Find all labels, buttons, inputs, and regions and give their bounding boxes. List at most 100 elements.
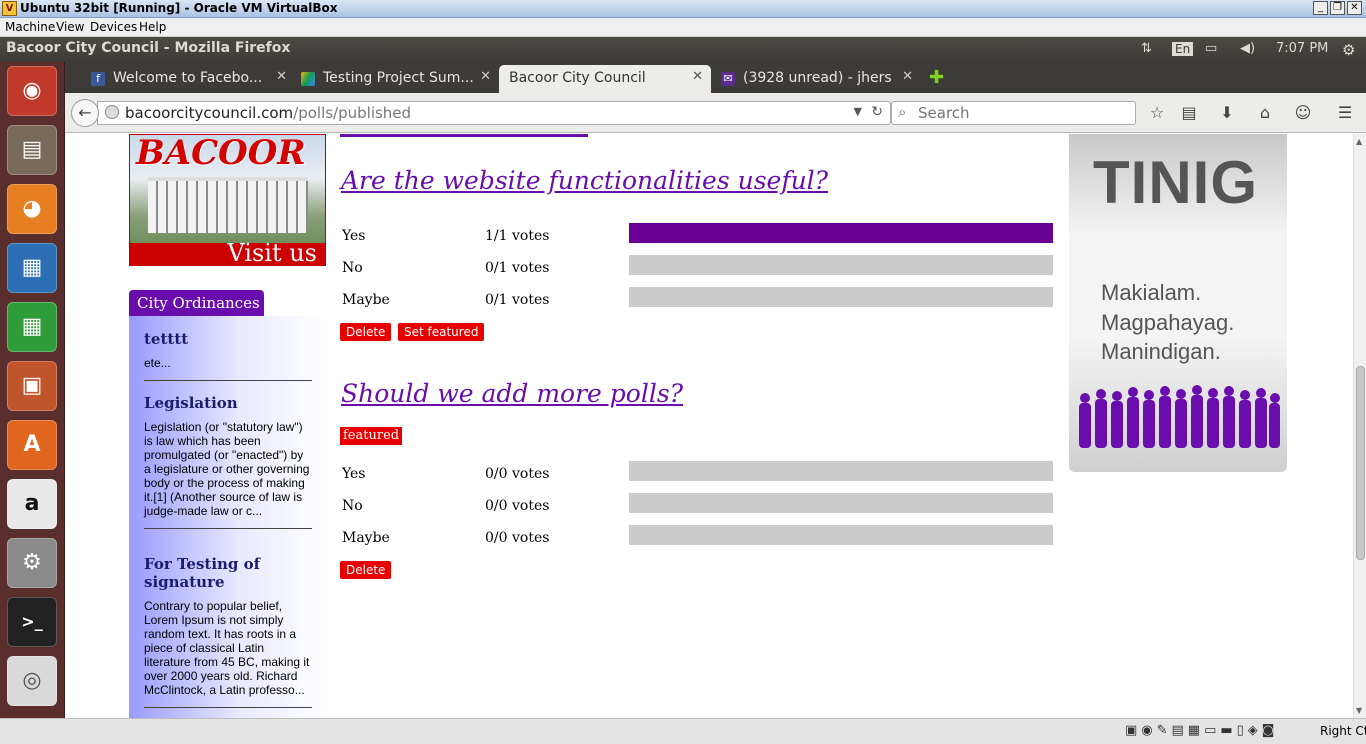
close-tab-icon[interactable]: ✕ bbox=[276, 69, 287, 84]
system-settings-icon[interactable]: ⚙ bbox=[7, 538, 57, 588]
close-tab-icon[interactable]: ✕ bbox=[692, 69, 703, 84]
reload-icon[interactable]: ↻ bbox=[871, 104, 883, 120]
home-icon[interactable]: ⌂ bbox=[1254, 102, 1276, 124]
divider bbox=[144, 380, 312, 381]
impress-icon[interactable]: ▣ bbox=[7, 361, 57, 411]
poll-question[interactable]: Are the website functionalities useful? bbox=[341, 166, 828, 195]
page-scrollbar[interactable]: ▲ ▼ bbox=[1353, 134, 1366, 718]
poll-result-bar bbox=[629, 223, 1053, 243]
volume-icon[interactable]: ◀) bbox=[1240, 41, 1255, 56]
search-bar[interactable]: ⌕ bbox=[891, 101, 1136, 125]
dvd-icon[interactable]: ◎ bbox=[7, 656, 57, 706]
poll-option-label: Yes bbox=[342, 466, 366, 482]
clock[interactable]: 7:07 PM bbox=[1276, 41, 1328, 56]
ordinance-title[interactable]: For Testing of signature bbox=[144, 555, 312, 591]
tab-google-drive[interactable]: Testing Project Sum... ✕ bbox=[293, 65, 499, 93]
poll-question[interactable]: Should we add more polls? bbox=[341, 379, 683, 408]
ubuntu-launcher: ◉ ▤ ◕ ▦ ▦ ▣ A a ⚙ >_ ◎ bbox=[0, 62, 65, 718]
virtualbox-statusbar: ▣◉✎▤▦▭▬▯◈◙ Right Ctrl bbox=[0, 718, 1366, 744]
ordinance-excerpt: Contrary to popular belief, Lorem Ipsum … bbox=[144, 599, 310, 697]
virtualbox-icon: V bbox=[2, 1, 17, 16]
calc-icon[interactable]: ▦ bbox=[7, 302, 57, 352]
crowd-silhouette bbox=[1079, 385, 1280, 448]
delete-poll-button[interactable]: Delete bbox=[340, 323, 392, 341]
poll-vote-count: 0/0 votes bbox=[485, 466, 550, 482]
url-text: bacoorcitycouncil.com/polls/published bbox=[125, 104, 411, 122]
poll-result-bar bbox=[629, 493, 1053, 513]
menu-view[interactable]: View bbox=[56, 20, 84, 34]
scrollbar-thumb[interactable] bbox=[1356, 366, 1365, 560]
poll-result-bar bbox=[629, 255, 1053, 275]
bacoor-banner[interactable]: BACOOR Visit us bbox=[129, 134, 326, 267]
url-bar[interactable]: bacoorcitycouncil.com/polls/published ▼ … bbox=[97, 101, 891, 125]
back-button[interactable]: ← bbox=[71, 99, 99, 127]
tab-facebook[interactable]: f Welcome to Facebo... ✕ bbox=[83, 65, 295, 93]
search-icon: ⌕ bbox=[898, 103, 907, 121]
reading-list-icon[interactable]: ▤ bbox=[1178, 102, 1200, 124]
city-ordinances-panel: tetttt ete... Legislation Legislation (o… bbox=[129, 316, 326, 718]
set-featured-button[interactable]: Set featured bbox=[398, 323, 485, 341]
poll-vote-count: 0/1 votes bbox=[485, 260, 550, 276]
search-input[interactable] bbox=[918, 104, 1128, 122]
scroll-up-arrow-icon[interactable]: ▲ bbox=[1356, 137, 1362, 146]
tab-bacoor-city-council[interactable]: Bacoor City Council ✕ bbox=[499, 65, 711, 93]
settings-gear-icon[interactable]: ⚙ bbox=[1342, 41, 1355, 59]
ordinance-title[interactable]: Legislation bbox=[144, 394, 312, 412]
firefox-window-title: Bacoor City Council - Mozilla Firefox bbox=[6, 40, 291, 56]
firefox-tab-strip: f Welcome to Facebo... ✕ Testing Project… bbox=[65, 62, 1366, 93]
amazon-icon[interactable]: a bbox=[7, 479, 57, 529]
tab-mail[interactable]: ✉ (3928 unread) - jhers... ✕ bbox=[713, 65, 921, 93]
tinig-advertisement[interactable]: TINIG Makialam. Magpahayag. Manindigan. bbox=[1069, 134, 1287, 472]
poll-option-label: Yes bbox=[342, 228, 366, 244]
terminal-icon[interactable]: >_ bbox=[7, 597, 57, 647]
network-transfer-icon[interactable]: ⇅ bbox=[1141, 41, 1152, 56]
files-icon[interactable]: ▤ bbox=[7, 125, 57, 175]
close-tab-icon[interactable]: ✕ bbox=[480, 69, 491, 84]
device-status-icons[interactable]: ▣◉✎▤▦▭▬▯◈◙ bbox=[1125, 723, 1278, 738]
menu-machine[interactable]: Machine bbox=[5, 20, 55, 34]
minimize-button[interactable]: _ bbox=[1313, 1, 1328, 15]
tab-label: (3928 unread) - jhers... bbox=[743, 70, 893, 86]
menu-hamburger-icon[interactable]: ☰ bbox=[1334, 102, 1356, 124]
close-window-button[interactable]: ✕ bbox=[1347, 1, 1362, 15]
ordinance-excerpt: Legislation (or "statutory law") is law … bbox=[144, 420, 310, 518]
writer-icon[interactable]: ▦ bbox=[7, 243, 57, 293]
tab-label: Bacoor City Council bbox=[509, 70, 646, 86]
firefox-nav-bar: bacoorcitycouncil.com/polls/published ▼ … bbox=[65, 93, 1366, 133]
ubuntu-dash-icon[interactable]: ◉ bbox=[7, 66, 57, 116]
menu-help[interactable]: Help bbox=[139, 20, 166, 34]
menu-devices[interactable]: Devices bbox=[90, 20, 137, 34]
banner-title: BACOOR bbox=[136, 134, 306, 173]
ordinance-excerpt: ete... bbox=[144, 356, 171, 370]
ordinance-item[interactable]: For Testing of signature Contrary to pop… bbox=[144, 555, 312, 708]
chat-icon[interactable]: ☺ bbox=[1292, 102, 1314, 124]
new-tab-button[interactable]: ✚ bbox=[929, 67, 944, 88]
site-identity-icon[interactable] bbox=[105, 105, 119, 119]
poll-result-fill bbox=[629, 223, 1053, 243]
keyboard-layout-indicator[interactable]: En bbox=[1172, 42, 1194, 56]
software-center-icon[interactable]: A bbox=[7, 420, 57, 470]
tab-label: Welcome to Facebo... bbox=[113, 70, 263, 86]
poll-vote-count: 0/1 votes bbox=[485, 292, 550, 308]
ordinance-item[interactable]: tetttt ete... bbox=[144, 330, 312, 381]
scroll-down-arrow-icon[interactable]: ▼ bbox=[1356, 706, 1362, 715]
featured-badge: featured bbox=[340, 427, 403, 445]
poll-result-bar bbox=[629, 461, 1053, 481]
ordinance-title[interactable]: tetttt bbox=[144, 330, 312, 348]
url-history-dropdown-icon[interactable]: ▼ bbox=[854, 105, 862, 118]
poll-option-label: No bbox=[342, 498, 363, 514]
bookmark-star-icon[interactable]: ☆ bbox=[1146, 102, 1168, 124]
ubuntu-top-panel: Bacoor City Council - Mozilla Firefox ⇅ … bbox=[0, 37, 1366, 62]
maximize-button[interactable]: ❐ bbox=[1330, 1, 1345, 15]
downloads-icon[interactable]: ⬇ bbox=[1216, 102, 1238, 124]
banner-visit-text: Visit us bbox=[227, 239, 317, 267]
city-ordinances-header: City Ordinances bbox=[129, 290, 264, 316]
ordinance-item[interactable]: Legislation Legislation (or "statutory l… bbox=[144, 394, 312, 529]
facebook-icon: f bbox=[91, 72, 105, 86]
poll-result-bar bbox=[629, 525, 1053, 545]
poll-vote-count: 1/1 votes bbox=[485, 228, 550, 244]
battery-icon[interactable]: ▭ bbox=[1205, 41, 1217, 56]
close-tab-icon[interactable]: ✕ bbox=[902, 69, 913, 84]
delete-poll-button[interactable]: Delete bbox=[340, 561, 392, 579]
firefox-icon[interactable]: ◕ bbox=[7, 184, 57, 234]
